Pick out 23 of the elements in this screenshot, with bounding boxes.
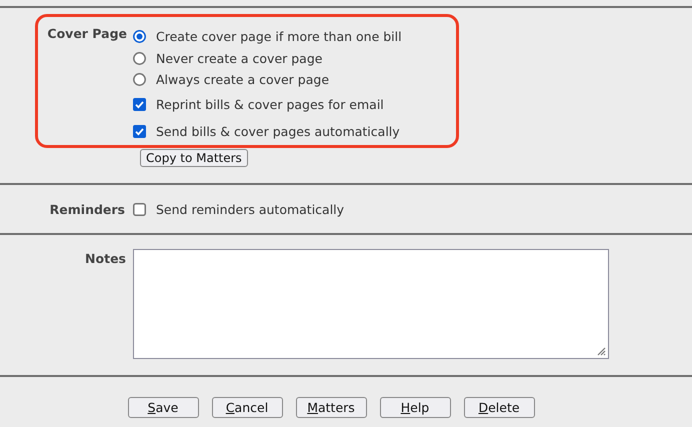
action-button[interactable]: Help [380,397,450,418]
copy-button[interactable]: Copy to Matters [140,149,248,167]
radio-button[interactable] [133,73,146,86]
checkbox-label: Send bills & cover pages automatically [156,124,400,139]
action-button[interactable]: Matters [296,397,366,418]
section-label: Cover Page [47,26,127,41]
checkbox[interactable] [133,202,146,216]
action-button[interactable]: Delete [464,397,534,418]
option-label: Always create a cover page [156,72,330,88]
notes-field[interactable] [133,249,609,359]
option-label: Never create a cover page [156,50,322,66]
checked-checkbox[interactable] [133,124,146,138]
resize-grip-icon[interactable] [596,346,606,356]
checked-checkbox[interactable] [133,98,146,111]
section-label: Notes [85,251,126,266]
checkbox-label: Send reminders automatically [156,202,344,216]
option-label: Create cover page if more than one bill [156,29,402,44]
radio-button[interactable] [133,52,146,65]
action-button[interactable]: Save [128,397,198,418]
selected-radio-button[interactable] [133,30,146,44]
action-button[interactable]: Cancel [212,397,282,418]
checkbox-label: Reprint bills & cover pages for email [156,96,384,112]
section-label: Reminders [50,202,125,216]
